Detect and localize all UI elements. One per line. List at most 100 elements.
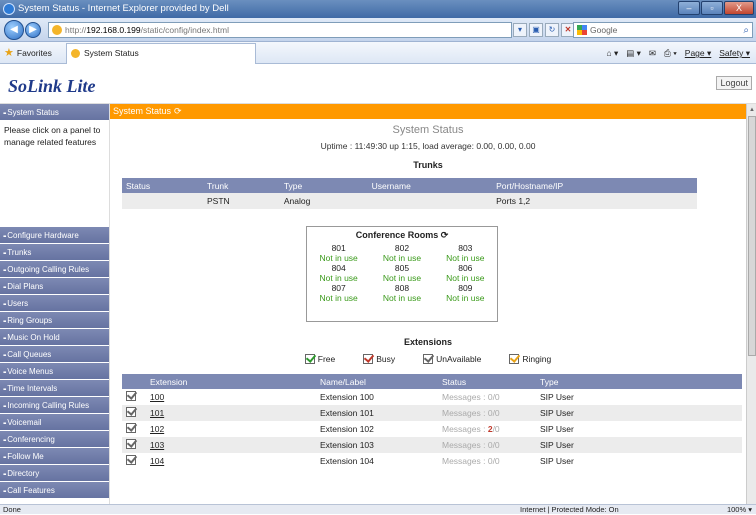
table-cell bbox=[122, 437, 146, 453]
sidebar-item-users[interactable]: ▪▪ Users bbox=[0, 295, 109, 312]
print-icon[interactable]: ⎙ ▾ bbox=[664, 46, 677, 60]
logout-button[interactable]: Logout bbox=[716, 76, 752, 90]
table-cell: 102 bbox=[146, 421, 316, 437]
sidebar-item-voicemail[interactable]: ▪▪ Voicemail bbox=[0, 414, 109, 431]
minimize-button[interactable]: – bbox=[678, 1, 700, 15]
refresh-icon[interactable]: ↻ bbox=[545, 23, 559, 37]
extension-status: Messages : 0/0 bbox=[438, 437, 536, 453]
window-title: System Status - Internet Explorer provid… bbox=[18, 3, 229, 14]
home-icon[interactable]: ⌂ ▾ bbox=[606, 46, 618, 60]
sidebar-item-trunks[interactable]: ▪▪ Trunks bbox=[0, 244, 109, 261]
messages-prefix: Messages : bbox=[442, 456, 488, 466]
extensions-table: Extension Name/Label Status Type 100 Extensi… bbox=[122, 374, 742, 469]
sidebar-item-conferencing[interactable]: ▪▪ Conferencing bbox=[0, 431, 109, 448]
table-row[interactable]: 102 Extension 102 Messages : 2/0 SIP User bbox=[122, 421, 742, 437]
refresh-icon[interactable]: ⟳ bbox=[174, 106, 182, 116]
sidebar-note: Please click on a panel to manage relate… bbox=[4, 125, 101, 147]
sidebar-item-system-status[interactable]: ▪▪ System Status bbox=[0, 104, 109, 121]
room-number: 806 bbox=[458, 263, 473, 273]
close-button[interactable]: X bbox=[724, 1, 754, 15]
url-host: 192.168.0.199 bbox=[86, 25, 141, 35]
sidebar-item-label: Outgoing Calling Rules bbox=[7, 265, 90, 274]
sidebar-item-label: Incoming Calling Rules bbox=[7, 401, 90, 410]
table-cell bbox=[367, 193, 493, 209]
trunks-col-username: Username bbox=[367, 178, 493, 193]
vertical-scrollbar[interactable]: ▲ bbox=[746, 104, 756, 504]
sidebar-item-label: Conferencing bbox=[7, 435, 55, 444]
sidebar-item-music-on-hold[interactable]: ▪▪ Music On Hold bbox=[0, 329, 109, 346]
sidebar-item-call-queues[interactable]: ▪▪ Call Queues bbox=[0, 346, 109, 363]
extension-link[interactable]: 100 bbox=[150, 392, 164, 402]
messages-prefix: Messages : bbox=[442, 424, 488, 434]
conference-room: 802 Not in use bbox=[370, 243, 433, 263]
sidebar-menu: ▪▪ Configure Hardware ▪▪ Trunks ▪▪ Outgoing C… bbox=[0, 227, 109, 499]
sidebar-item-time-intervals[interactable]: ▪▪ Time Intervals bbox=[0, 380, 109, 397]
sidebar-item-ring-groups[interactable]: ▪▪ Ring Groups bbox=[0, 312, 109, 329]
scroll-up-icon[interactable]: ▲ bbox=[748, 105, 756, 115]
room-number: 801 bbox=[331, 243, 346, 253]
table-cell: 100 bbox=[146, 389, 316, 405]
grid-icon: ▪▪ bbox=[3, 234, 6, 240]
extension-link[interactable]: 102 bbox=[150, 424, 164, 434]
table-cell bbox=[722, 437, 742, 453]
feeds-icon[interactable]: ▤ ▾ bbox=[626, 46, 641, 60]
extension-link[interactable]: 101 bbox=[150, 408, 164, 418]
conference-room: 801 Not in use bbox=[307, 243, 370, 263]
extension-link[interactable]: 103 bbox=[150, 440, 164, 450]
sidebar-item-outgoing-calling-rules[interactable]: ▪▪ Outgoing Calling Rules bbox=[0, 261, 109, 278]
room-status: Not in use bbox=[446, 253, 485, 263]
extension-status: Messages : 2/0 bbox=[438, 421, 536, 437]
grid-icon: ▪▪ bbox=[3, 438, 6, 444]
legend-unavailable: UnAvailable bbox=[423, 354, 481, 364]
extension-link[interactable]: 104 bbox=[150, 456, 164, 466]
trunks-col-type: Type bbox=[279, 178, 368, 193]
search-input[interactable]: Google ⌕ bbox=[573, 22, 753, 38]
legend-ringing: Ringing bbox=[509, 354, 551, 364]
favorites-bar: ★ Favorites System Status ⌂ ▾ ▤ ▾ ✉ ⎙ ▾ P… bbox=[0, 42, 756, 64]
forward-icon[interactable]: ▶ bbox=[25, 22, 41, 38]
safety-menu[interactable]: Safety ▾ bbox=[719, 46, 750, 60]
favorites-button[interactable]: ★ Favorites bbox=[4, 46, 52, 60]
table-row[interactable]: 101 Extension 101 Messages : 0/0 SIP User bbox=[122, 405, 742, 421]
sidebar-item-incoming-calling-rules[interactable]: ▪▪ Incoming Calling Rules bbox=[0, 397, 109, 414]
legend-label: Busy bbox=[376, 354, 396, 364]
status-checkbox-icon bbox=[126, 455, 136, 465]
search-icon[interactable]: ⌕ bbox=[743, 24, 749, 38]
trunks-col-status: Status bbox=[122, 178, 203, 193]
checkbox-icon bbox=[304, 354, 315, 364]
extensions-title: Extensions bbox=[403, 337, 452, 347]
table-cell bbox=[722, 453, 742, 469]
room-status: Not in use bbox=[319, 293, 358, 303]
table-cell: 103 bbox=[146, 437, 316, 453]
sidebar-item-label: Directory bbox=[7, 469, 40, 478]
room-number: 805 bbox=[394, 263, 410, 273]
page-menu[interactable]: Page ▾ bbox=[685, 46, 711, 60]
dropdown-icon[interactable]: ▾ bbox=[513, 23, 527, 37]
sidebar-item-voice-menus[interactable]: ▪▪ Voice Menus bbox=[0, 363, 109, 380]
sidebar-item-directory[interactable]: ▪▪ Directory bbox=[0, 465, 109, 482]
sidebar-item-follow-me[interactable]: ▪▪ Follow Me bbox=[0, 448, 109, 465]
sidebar-item-dial-plans[interactable]: ▪▪ Dial Plans bbox=[0, 278, 109, 295]
sidebar-item-configure-hardware[interactable]: ▪▪ Configure Hardware bbox=[0, 227, 109, 244]
scroll-thumb[interactable] bbox=[748, 116, 756, 356]
sidebar-item-label: Users bbox=[7, 299, 29, 308]
compat-icon[interactable]: ▣ bbox=[529, 23, 543, 37]
grid-icon: ▪▪ bbox=[3, 251, 6, 257]
conference-title: Conference Rooms ⟳ bbox=[307, 230, 497, 241]
messages-prefix: Messages : bbox=[442, 408, 488, 418]
back-icon[interactable]: ◀ bbox=[4, 20, 24, 40]
sidebar-item-call-features[interactable]: ▪▪ Call Features bbox=[0, 482, 109, 499]
tab-system-status[interactable]: System Status bbox=[66, 43, 256, 64]
table-row[interactable]: 104 Extension 104 Messages : 0/0 SIP User bbox=[122, 453, 742, 469]
address-field[interactable]: http://192.168.0.199/static/config/index… bbox=[48, 22, 512, 38]
maximize-button[interactable]: ▫ bbox=[701, 1, 723, 15]
table-row[interactable]: 103 Extension 103 Messages : 0/0 SIP User bbox=[122, 437, 742, 453]
mail-icon[interactable]: ✉ bbox=[649, 46, 656, 60]
room-status: Not in use bbox=[446, 293, 485, 303]
table-cell: Analog bbox=[279, 193, 368, 209]
table-cell: 101 bbox=[146, 405, 316, 421]
room-status: Not in use bbox=[319, 253, 358, 263]
table-row[interactable]: 100 Extension 100 Messages : 0/0 SIP User bbox=[122, 389, 742, 405]
refresh-icon[interactable]: ⟳ bbox=[441, 230, 449, 240]
conference-room: 807 Not in use bbox=[307, 283, 370, 303]
